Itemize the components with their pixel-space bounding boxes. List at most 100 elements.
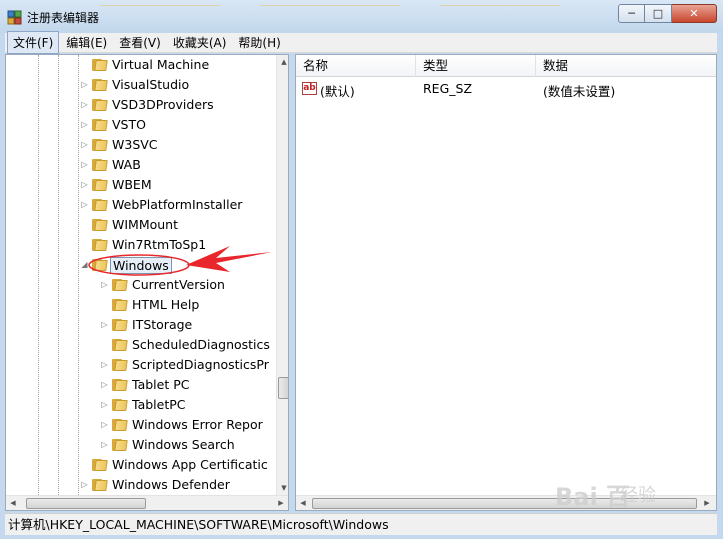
menu-edit[interactable]: 编辑(E) [61,32,112,53]
tree-item[interactable]: ▷ VSTO [6,115,276,135]
folder-icon [92,478,108,491]
folder-icon [112,398,128,411]
folder-icon [92,118,108,131]
title-bar[interactable]: 注册表编辑器 ─ □ ✕ [0,0,723,33]
tree-item[interactable]: ScheduledDiagnostics [6,335,276,355]
folder-icon [92,158,108,171]
menu-file[interactable]: 文件(F) [7,31,60,54]
folder-icon [92,138,108,151]
expand-arrow-icon[interactable]: ▷ [100,280,109,290]
tree-item[interactable]: ▷ WebPlatformInstaller [6,195,276,215]
tree-item[interactable]: ▷ Tablet PC [6,375,276,395]
tree-item[interactable]: ▷ W3SVC [6,135,276,155]
tree-item-label: Tablet PC [132,377,190,392]
expand-arrow-icon[interactable]: ▷ [80,180,89,190]
tree-item[interactable]: ▷ VSD3DProviders [6,95,276,115]
tree-horizontal-scrollbar[interactable]: ◀ ▶ [6,495,288,510]
scroll-left-arrow-icon[interactable]: ◀ [6,496,20,510]
value-type: REG_SZ [423,81,473,96]
scroll-thumb[interactable] [278,377,288,399]
tree-item[interactable]: ▷ WBEM [6,175,276,195]
list-item[interactable]: ab (默认) REG_SZ (数值未设置) [296,79,716,99]
expand-arrow-icon[interactable]: ▷ [80,160,89,170]
column-header-type[interactable]: 类型 [416,55,536,77]
tree-item[interactable]: ▷ VisualStudio [6,75,276,95]
tree-item-label: WIMMount [112,217,179,232]
tree-item-label: WebPlatformInstaller [112,197,243,212]
window-title: 注册表编辑器 [27,11,100,25]
tree-item-label: Win7RtmToSp1 [112,237,207,252]
value-data: (数值未设置) [543,84,616,99]
folder-icon [112,378,128,391]
folder-icon [92,218,108,231]
tree-vertical-scrollbar[interactable]: ▲ ▼ [276,55,288,495]
value-list-pane[interactable]: 名称 类型 数据 ab (默认) REG_SZ (数值未设置) ◀ ▶ [295,54,717,511]
status-bar-path: 计算机\HKEY_LOCAL_MACHINE\SOFTWARE\Microsof… [5,513,717,535]
tree-item[interactable]: ▷ Windows Defender [6,475,276,495]
tree-item[interactable]: ▷ CurrentVersion [6,275,276,295]
maximize-button[interactable]: □ [645,4,672,23]
expand-arrow-icon[interactable]: ▷ [100,360,109,370]
expand-arrow-icon[interactable]: ▷ [100,380,109,390]
folder-icon [92,58,108,71]
tree-item[interactable]: Virtual Machine [6,55,276,75]
watermark-subtext: 经验 [620,485,656,506]
expand-arrow-icon[interactable]: ▷ [100,420,109,430]
folder-icon [92,98,108,111]
collapse-arrow-icon[interactable]: ◢ [80,260,89,270]
expand-arrow-icon[interactable]: ▷ [80,140,89,150]
tree-item[interactable]: Win7RtmToSp1 [6,235,276,255]
folder-icon [92,238,108,251]
folder-icon [112,338,128,351]
tree-item-label: HTML Help [132,297,200,312]
column-header-name[interactable]: 名称 [296,55,416,77]
tree-item[interactable]: ▷ Windows Search [6,435,276,455]
tree-item-label: Virtual Machine [112,57,210,72]
folder-icon [112,438,128,451]
tree-item-label: ScheduledDiagnostics [132,337,270,352]
menu-view[interactable]: 查看(V) [114,32,166,53]
tree-item-label: Windows Search [132,437,235,452]
column-header-data[interactable]: 数据 [536,55,716,77]
window-controls: ─ □ ✕ [618,4,717,23]
menu-favorites[interactable]: 收藏夹(A) [168,32,232,53]
folder-icon [112,298,128,311]
expand-arrow-icon[interactable]: ▷ [80,480,89,490]
tree-item[interactable]: ▷ WAB [6,155,276,175]
tree-item[interactable]: ◢ Windows [6,255,276,275]
scroll-down-arrow-icon[interactable]: ▼ [277,481,288,495]
tree-item-label: Windows Defender [112,477,230,492]
expand-arrow-icon[interactable]: ▷ [80,200,89,210]
tree-item-label: VSD3DProviders [112,97,214,112]
list-header: 名称 类型 数据 [296,55,716,77]
tree-item[interactable]: ▷ ScriptedDiagnosticsPr [6,355,276,375]
scroll-left-arrow-icon[interactable]: ◀ [296,496,310,510]
expand-arrow-icon[interactable]: ▷ [80,120,89,130]
expand-arrow-icon[interactable]: ▷ [100,320,109,330]
folder-icon [112,418,128,431]
expand-arrow-icon[interactable]: ▷ [100,400,109,410]
tree-item[interactable]: ▷ Windows Error Repor [6,415,276,435]
tree-item[interactable]: WIMMount [6,215,276,235]
tree-item[interactable]: ▷ ITStorage [6,315,276,335]
minimize-button[interactable]: ─ [618,4,645,23]
tree-item-label: WAB [112,157,141,172]
expand-arrow-icon[interactable]: ▷ [80,80,89,90]
registry-editor-window: 注册表编辑器 ─ □ ✕ 文件(F) 编辑(E) 查看(V) 收藏夹(A) 帮助… [0,0,723,539]
expand-arrow-icon[interactable]: ▷ [80,100,89,110]
scroll-up-arrow-icon[interactable]: ▲ [277,55,288,69]
value-name: (默认) [320,84,355,99]
folder-icon [92,258,108,271]
registry-tree-pane[interactable]: Virtual Machine ▷ VisualStudio ▷ VSD3DProvid… [5,54,289,511]
menu-help[interactable]: 帮助(H) [233,32,285,53]
scroll-right-arrow-icon[interactable]: ▶ [274,496,288,510]
close-button[interactable]: ✕ [672,4,717,23]
folder-icon [92,78,108,91]
tree-item-label: Windows [110,257,172,274]
tree-item[interactable]: HTML Help [6,295,276,315]
scroll-thumb[interactable] [26,498,146,509]
tree-item[interactable]: ▷ TabletPC [6,395,276,415]
expand-arrow-icon[interactable]: ▷ [100,440,109,450]
tree-item[interactable]: Windows App Certificatic [6,455,276,475]
scroll-right-arrow-icon[interactable]: ▶ [700,496,714,510]
